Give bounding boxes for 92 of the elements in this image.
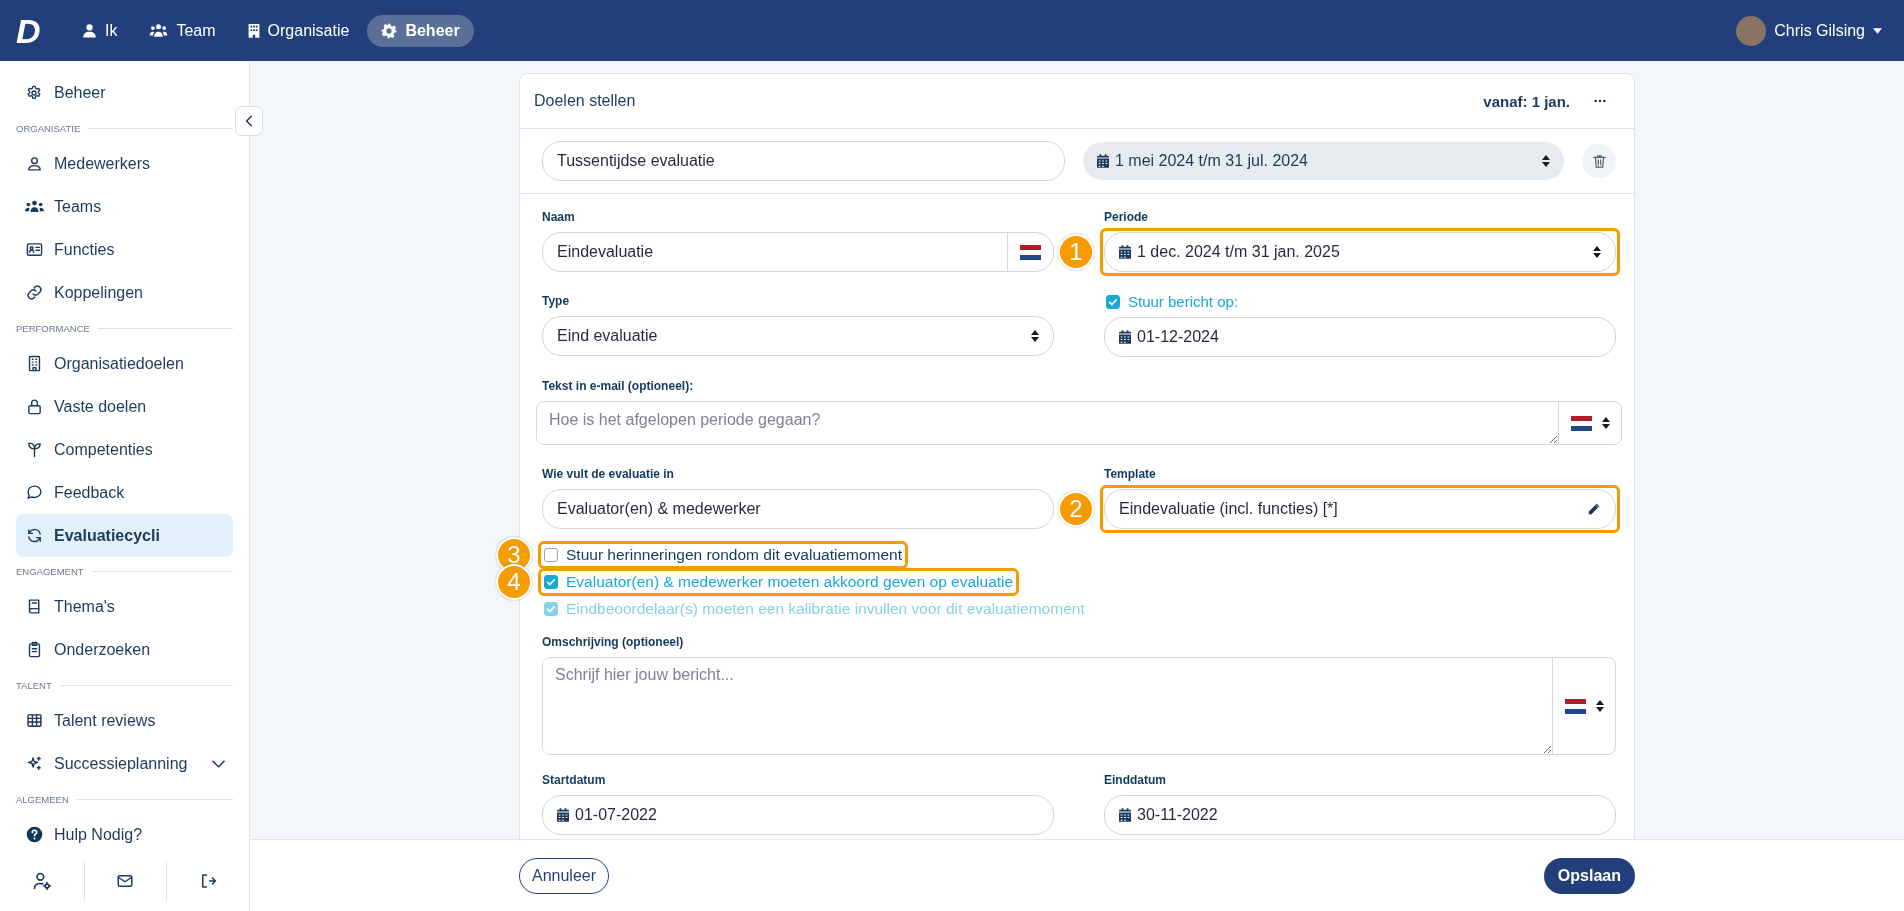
field-label: Einddatum bbox=[1104, 773, 1167, 787]
calendar-icon bbox=[1097, 154, 1109, 168]
callout-number: 4 bbox=[496, 564, 532, 600]
field-label: Omschrijving (optioneel) bbox=[542, 635, 685, 649]
period-select[interactable]: 1 dec. 2024 t/m 31 jan. 2025 bbox=[1104, 232, 1616, 272]
sidebar-item[interactable]: Organisatiedoelen bbox=[16, 342, 233, 385]
sidebar-item[interactable]: Hulp Nodig? bbox=[16, 813, 233, 856]
help-icon bbox=[24, 826, 44, 843]
flag-icon bbox=[1564, 698, 1586, 714]
sort-arrows-icon bbox=[1031, 330, 1039, 342]
delete-button[interactable] bbox=[1582, 144, 1616, 178]
calendar-icon bbox=[1119, 808, 1131, 822]
caret-down-icon bbox=[1873, 27, 1882, 34]
section-heading: ORGANISATIE bbox=[16, 122, 81, 134]
field-label: Startdatum bbox=[542, 773, 607, 787]
section-heading: ENGAGEMENT bbox=[16, 565, 84, 577]
checkbox[interactable] bbox=[544, 548, 558, 562]
checkbox-label: Stuur herinneringen rondom dit evaluatiemoment bbox=[566, 546, 903, 564]
user-icon bbox=[82, 23, 97, 38]
sidebar-item[interactable]: Medewerkers bbox=[16, 142, 233, 185]
logo[interactable]: D bbox=[16, 13, 48, 48]
user-gear-icon bbox=[31, 870, 52, 891]
sort-arrows-icon bbox=[1601, 417, 1610, 429]
speech-bubble-icon bbox=[24, 484, 44, 501]
pencil-icon bbox=[1587, 502, 1601, 516]
end-date-field[interactable]: 30-11-2022 bbox=[1104, 795, 1616, 835]
start-date-text: vanaf: 1 jan. bbox=[1483, 92, 1570, 110]
field-label: Wie vult de evaluatie in bbox=[542, 467, 675, 481]
id-card-icon bbox=[24, 241, 44, 258]
avatar bbox=[1736, 15, 1767, 46]
field-label: Type bbox=[542, 294, 571, 308]
sort-arrows-icon bbox=[1542, 155, 1550, 167]
sort-arrows-icon bbox=[1595, 700, 1604, 712]
sidebar-item[interactable]: Feedback bbox=[16, 471, 233, 514]
sidebar-item[interactable]: Successieplanning bbox=[16, 742, 233, 785]
checkbox-label: Evaluator(en) & medewerker moeten akkoord geven op evaluatie bbox=[566, 573, 1014, 591]
checkbox[interactable] bbox=[544, 575, 558, 589]
link-icon bbox=[24, 284, 44, 301]
sidebar-item[interactable]: Vaste doelen bbox=[16, 385, 233, 428]
sidebar-item[interactable]: Beheer bbox=[16, 71, 233, 114]
table-icon bbox=[24, 712, 44, 729]
template-field[interactable]: Eindevaluatie (incl. functies) [*] bbox=[1104, 489, 1616, 529]
gear-icon bbox=[381, 22, 398, 39]
sidebar-item[interactable]: Evaluatiecycli bbox=[16, 514, 233, 557]
nav-tab[interactable]: Team bbox=[135, 14, 230, 47]
section-heading: PERFORMANCE bbox=[16, 322, 90, 334]
callout-number: 2 bbox=[1058, 491, 1094, 527]
sidebar-item[interactable]: Talent reviews bbox=[16, 699, 233, 742]
building-icon bbox=[247, 23, 260, 38]
field-label: Naam bbox=[542, 210, 576, 224]
callout-number: 1 bbox=[1058, 234, 1094, 270]
chevron-left-icon bbox=[245, 115, 253, 127]
field-label: Tekst in e-mail (optioneel): bbox=[542, 379, 695, 393]
sidebar-item[interactable]: Thema's bbox=[16, 585, 233, 628]
user-menu[interactable]: Chris Gilsing bbox=[1730, 14, 1888, 47]
cancel-button[interactable]: Annuleer bbox=[519, 857, 610, 894]
nav-tab[interactable]: Beheer bbox=[367, 14, 474, 47]
nav-tab[interactable]: Ik bbox=[68, 14, 132, 47]
period-select[interactable]: 1 mei 2024 t/m 31 jul. 2024 bbox=[1083, 142, 1564, 180]
trash-icon bbox=[1592, 153, 1606, 169]
card-title: Doelen stellen bbox=[534, 92, 637, 110]
checkbox-label: Eindbeoordelaar(s) moeten een kalibratie invullen voor dit evaluatiemoment bbox=[566, 600, 1085, 618]
calendar-icon bbox=[557, 808, 569, 822]
calendar-icon bbox=[1119, 330, 1131, 344]
checkbox[interactable] bbox=[1106, 294, 1120, 309]
sidebar-item[interactable]: Koppelingen bbox=[16, 271, 233, 314]
nav-tab[interactable]: Organisatie bbox=[233, 14, 364, 47]
more-dots-icon bbox=[1594, 99, 1606, 103]
people-icon bbox=[149, 23, 169, 38]
field-label: Periode bbox=[1104, 210, 1149, 224]
start-date-field[interactable]: 01-07-2022 bbox=[542, 795, 1054, 835]
name-field[interactable]: Eindevaluatie bbox=[542, 232, 1054, 272]
collapse-sidebar-button[interactable] bbox=[235, 106, 263, 136]
section-heading: ALGEMEEN bbox=[16, 793, 69, 805]
sidebar-item[interactable]: Functies bbox=[16, 228, 233, 271]
field-label: Template bbox=[1104, 467, 1157, 481]
evaluator-field[interactable]: Evaluator(en) & medewerker bbox=[542, 489, 1054, 529]
type-select[interactable]: Eind evaluatie bbox=[542, 316, 1054, 356]
moment-name-field[interactable]: Tussentijdse evaluatie bbox=[542, 141, 1065, 181]
sidebar-item[interactable]: Competenties bbox=[16, 428, 233, 471]
flag-icon bbox=[1020, 244, 1041, 260]
people-icon bbox=[24, 198, 44, 215]
logout-icon bbox=[199, 871, 218, 890]
sidebar-item[interactable]: Teams bbox=[16, 185, 233, 228]
flag-icon bbox=[1570, 415, 1592, 431]
checkbox-label: Stuur bericht op: bbox=[1128, 293, 1239, 310]
calendar-icon bbox=[1119, 245, 1131, 259]
section-heading: TALENT bbox=[16, 679, 52, 691]
save-button[interactable]: Opslaan bbox=[1543, 857, 1635, 894]
date-field[interactable]: 01-12-2024 bbox=[1104, 317, 1616, 357]
sort-arrows-icon bbox=[1593, 246, 1601, 258]
sidebar-item[interactable]: Onderzoeken bbox=[16, 628, 233, 671]
